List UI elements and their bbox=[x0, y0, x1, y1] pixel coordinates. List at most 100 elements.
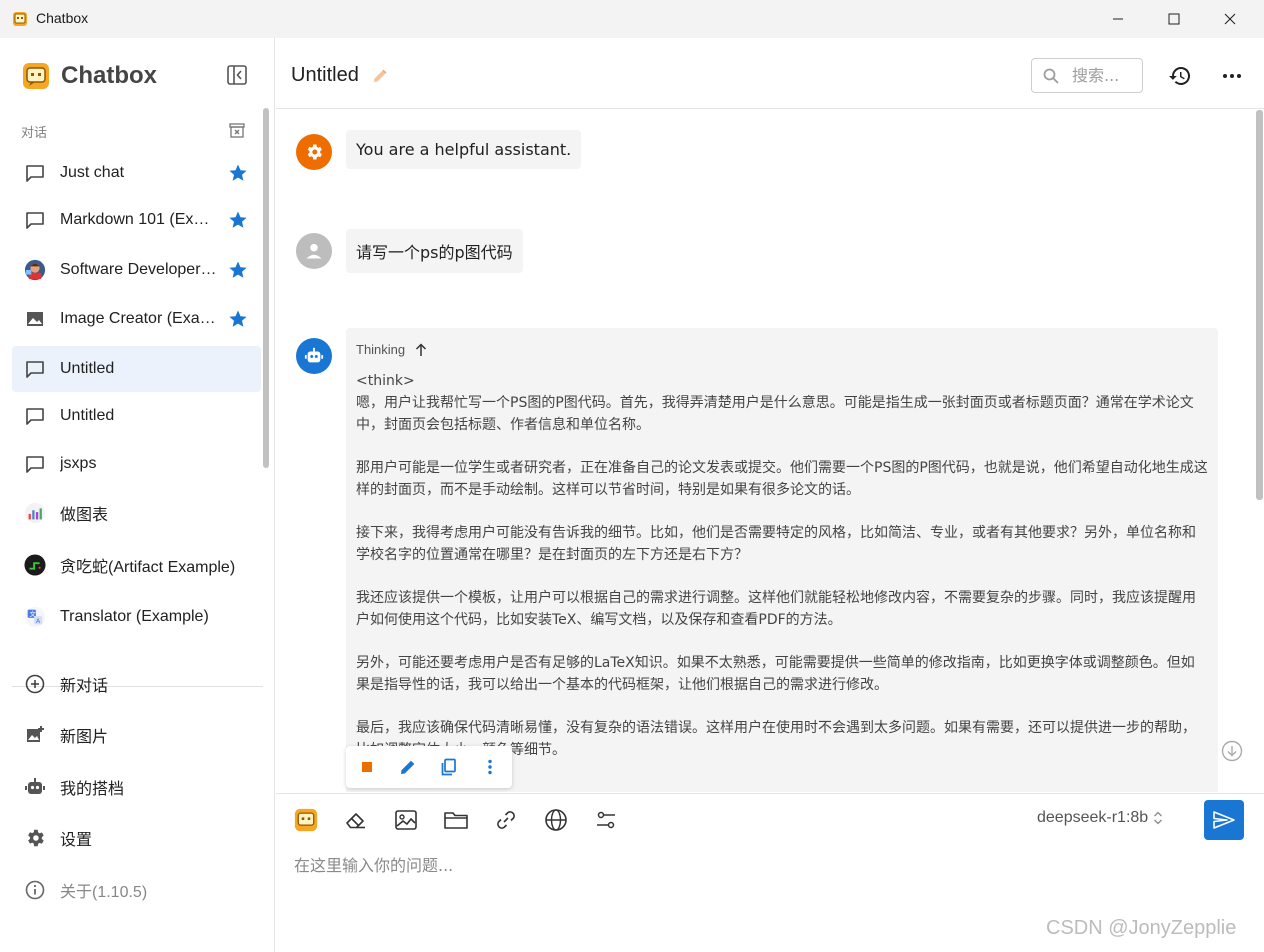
snake-game-avatar-icon bbox=[24, 554, 46, 576]
minimize-button[interactable] bbox=[1090, 0, 1146, 38]
thinking-paragraph: 嗯，用户让我帮忙写一个PS图的P图代码。首先，我得弄清楚用户是什么意思。可能是指… bbox=[356, 395, 1194, 433]
about-label: 关于(1.10.5) bbox=[60, 884, 148, 901]
assistant-avatar bbox=[296, 338, 332, 374]
tune-icon bbox=[597, 811, 615, 829]
add-circle-icon bbox=[24, 673, 46, 695]
search-box[interactable] bbox=[1031, 58, 1143, 93]
star-icon[interactable] bbox=[228, 260, 248, 280]
conversation-item[interactable]: Just chat bbox=[12, 150, 261, 196]
star-icon[interactable] bbox=[228, 210, 248, 230]
conversation-label: Untitled bbox=[60, 360, 115, 377]
chat-bubble-icon bbox=[24, 209, 46, 231]
chat-bubble-icon bbox=[24, 453, 46, 475]
new-image-button[interactable]: 新图片 bbox=[12, 712, 261, 758]
conversation-item[interactable]: 做图表 bbox=[12, 490, 261, 536]
chat-settings-button[interactable] bbox=[593, 807, 619, 833]
maximize-button[interactable] bbox=[1146, 0, 1202, 38]
conversation-label: Translator (Example) bbox=[60, 608, 209, 625]
new-image-label: 新图片 bbox=[60, 729, 109, 746]
clear-conversations-icon[interactable] bbox=[228, 121, 246, 139]
assistant-message: Thinking <think> 嗯，用户让我帮忙写一个PS图的P图代码。首先，… bbox=[346, 328, 1218, 792]
conversation-label: Image Creator (Example) bbox=[60, 310, 218, 327]
message-input[interactable] bbox=[294, 850, 1194, 880]
chart-avatar-icon bbox=[24, 502, 46, 524]
settings-button[interactable]: 设置 bbox=[12, 815, 261, 861]
gear-icon bbox=[24, 827, 46, 849]
thinking-paragraph: 我还应该提供一个模板，让用户可以根据自己的需求进行调整。这样他们就能轻松地修改内… bbox=[356, 590, 1196, 628]
more-options-icon[interactable] bbox=[1220, 64, 1244, 88]
thinking-toggle[interactable]: Thinking bbox=[356, 342, 427, 357]
brand-name: Chatbox bbox=[61, 62, 157, 89]
chatbox-app-icon bbox=[13, 12, 27, 26]
clear-context-button[interactable] bbox=[343, 807, 369, 833]
star-icon[interactable] bbox=[228, 309, 248, 329]
robot-icon bbox=[24, 776, 46, 798]
scroll-to-bottom-icon[interactable] bbox=[1221, 740, 1243, 762]
developer-avatar-icon bbox=[24, 259, 46, 281]
conversation-item-active[interactable]: Untitled bbox=[12, 346, 261, 392]
thinking-paragraph: 接下来，我得考虑用户可能没有告诉我的细节。比如，他们是否需要特定的风格，比如简洁… bbox=[356, 525, 1196, 563]
eraser-icon bbox=[346, 813, 365, 829]
new-chat-button[interactable]: 新对话 bbox=[12, 661, 261, 707]
new-chat-label: 新对话 bbox=[60, 678, 109, 695]
chatbox-logo-icon bbox=[23, 63, 49, 89]
system-message: You are a helpful assistant. bbox=[346, 130, 582, 169]
chat-bubble-icon bbox=[24, 358, 46, 380]
sidebar: Chatbox 对话 Just chat Markdown 101 (Examp… bbox=[0, 38, 275, 952]
link-icon bbox=[497, 811, 515, 829]
conversation-item[interactable]: Markdown 101 (Example) bbox=[12, 197, 261, 243]
unfold-icon bbox=[1154, 811, 1163, 825]
stop-generating-button[interactable] bbox=[357, 757, 377, 777]
edit-title-icon[interactable] bbox=[371, 67, 389, 85]
chat-title: Untitled bbox=[291, 64, 359, 86]
star-icon[interactable] bbox=[228, 163, 248, 183]
message-more-button[interactable] bbox=[480, 757, 500, 777]
search-icon bbox=[1043, 68, 1059, 84]
about-button[interactable]: 关于(1.10.5) bbox=[12, 867, 261, 913]
copy-message-button[interactable] bbox=[439, 757, 459, 777]
attach-image-button[interactable] bbox=[393, 807, 419, 833]
watermark: CSDN @JonyZepplie bbox=[1046, 917, 1237, 939]
conversation-item[interactable]: jsxps bbox=[12, 441, 261, 487]
my-partners-button[interactable]: 我的搭档 bbox=[12, 764, 261, 810]
close-window-button[interactable] bbox=[1202, 0, 1258, 38]
sidebar-scrollbar[interactable] bbox=[263, 108, 269, 468]
image-icon bbox=[395, 810, 417, 830]
chat-header: Untitled bbox=[276, 38, 1264, 109]
conversation-item[interactable]: Untitled bbox=[12, 393, 261, 439]
person-icon bbox=[306, 243, 322, 259]
translate-avatar-icon: 文A bbox=[24, 606, 46, 628]
pencil-icon bbox=[401, 760, 415, 774]
model-selector[interactable]: deepseek-r1:8b bbox=[1037, 809, 1164, 827]
copy-icon bbox=[441, 758, 456, 776]
user-avatar bbox=[296, 233, 332, 269]
conversation-item[interactable]: Image Creator (Example) bbox=[12, 296, 261, 342]
message-action-toolbar bbox=[346, 746, 512, 788]
add-image-icon bbox=[24, 724, 46, 746]
web-search-button[interactable] bbox=[543, 807, 569, 833]
maximize-icon bbox=[1168, 13, 1180, 25]
send-button[interactable] bbox=[1204, 800, 1244, 840]
sidebar-collapse-icon[interactable] bbox=[226, 64, 248, 86]
persona-button[interactable] bbox=[293, 807, 319, 833]
attach-file-button[interactable] bbox=[443, 807, 469, 833]
arrow-up-icon bbox=[416, 342, 427, 356]
my-partners-label: 我的搭档 bbox=[60, 781, 125, 798]
conversation-item[interactable]: 文A Translator (Example) bbox=[12, 594, 261, 640]
edit-message-button[interactable] bbox=[398, 757, 418, 777]
attach-link-button[interactable] bbox=[493, 807, 519, 833]
globe-icon bbox=[545, 809, 567, 831]
chat-scrollbar[interactable] bbox=[1256, 110, 1263, 500]
chat-bubble-icon bbox=[24, 405, 46, 427]
chat-main: Untitled You are a helpful assistant. 请写… bbox=[276, 38, 1264, 952]
window-titlebar: Chatbox bbox=[0, 0, 1264, 38]
conversation-item[interactable]: 贪吃蛇(Artifact Example) bbox=[12, 542, 261, 588]
conversation-item[interactable]: Software Developer (Example) bbox=[12, 247, 261, 293]
search-input[interactable] bbox=[1072, 66, 1140, 85]
history-icon[interactable] bbox=[1168, 64, 1192, 88]
send-icon bbox=[1213, 811, 1235, 829]
close-icon bbox=[1224, 13, 1236, 25]
system-avatar bbox=[296, 134, 332, 170]
minimize-icon bbox=[1113, 18, 1123, 20]
message-list: You are a helpful assistant. 请写一个ps的p图代码… bbox=[276, 110, 1264, 792]
